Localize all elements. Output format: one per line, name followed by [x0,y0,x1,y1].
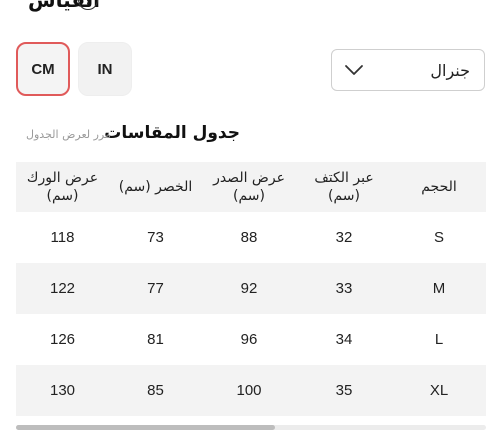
measurement-cell: 92 [202,263,296,314]
column-header: عرض الصدر (سم) [202,162,296,212]
size-cell: S [433,229,444,246]
column-header-label: عرض الصدر [213,170,285,186]
fit-select[interactable]: جنرال [331,49,485,91]
size-cell: XL [392,365,486,416]
table-row: S 32 88 73 118 [16,212,486,263]
measurement-cell: 35 [296,365,392,416]
measurement-cell: 122 [16,263,109,314]
table-row: M 33 92 77 122 [16,263,486,314]
unit-in-button[interactable]: IN [78,42,132,96]
measurement-cell: 77 [109,263,202,314]
table-header-row: الحجم عبر الكتف (سم) عرض الصدر (سم) الخصر (سم… [16,162,486,212]
measurement-cell: 96 [240,331,258,348]
column-header-label: الخصر (سم) [118,179,193,195]
fit-select-value: جنرال [430,60,470,80]
column-header-label: (سم) [328,188,360,204]
size-table: الحجم عبر الكتف (سم) عرض الصدر (سم) الخصر (سم… [16,162,486,416]
column-header-label: (سم) [233,188,265,204]
horizontal-scrollbar[interactable] [16,425,486,430]
column-header-label: (سم) [46,188,79,204]
unit-cm-button[interactable]: CM [16,42,70,96]
measurement-cell: 126 [49,331,76,348]
measurement-cell: 88 [240,229,258,246]
measurement-cell: 33 [296,263,392,314]
table-row: L 34 96 81 126 [16,314,486,365]
column-header-label: عرض الورك [26,170,99,186]
table-title: جدول المقاسات [104,123,240,143]
measurement-cell: 34 [335,331,353,348]
measurement-cell: 85 [109,365,202,416]
table-row: XL 35 100 85 130 [16,365,486,416]
measurement-cell: 73 [147,229,164,246]
scrollbar-thumb[interactable] [16,425,275,430]
column-header: عرض الورك (سم) [16,162,109,212]
measurement-cell: 81 [147,331,164,348]
column-header: عبر الكتف (سم) [296,162,392,212]
scroll-hint: مرر لعرض الجدول [26,128,111,141]
measurement-cell: 100 [202,365,296,416]
column-header-label: عبر الكتف [314,170,374,186]
column-header: الحجم [392,162,486,212]
chevron-down-icon [344,64,364,76]
measurement-cell: 130 [16,365,109,416]
measurement-cell: 32 [335,229,353,246]
column-header-label: الحجم [421,179,457,195]
size-cell: L [434,331,444,348]
size-guide-panel: القياس ? CM IN جنرال جدول المقاسات مرر ل… [0,0,500,433]
size-cell: M [392,263,486,314]
measurement-cell: 118 [50,229,75,246]
column-header: الخصر (سم) [109,162,202,212]
